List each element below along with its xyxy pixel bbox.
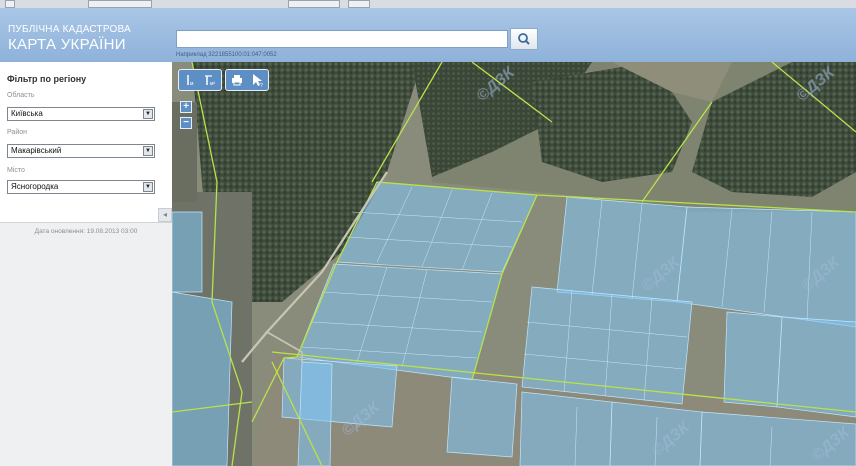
- logo-line-1[interactable]: ПУБЛІЧНА КАДАСТРОВА: [8, 24, 131, 35]
- toolbar-stub-button-2[interactable]: [348, 0, 370, 8]
- measure-length-icon[interactable]: м: [182, 72, 198, 88]
- map-view[interactable]: ©ДЗК ©ДЗК ©ДЗК ©ДЗК ©ДЗК ©ДЗК ©ДЗК м м² …: [172, 62, 856, 466]
- print-icon[interactable]: [229, 72, 245, 88]
- map-imagery: ©ДЗК ©ДЗК ©ДЗК ©ДЗК ©ДЗК ©ДЗК ©ДЗК: [172, 62, 856, 466]
- misto-select[interactable]: Ясногородка ▼: [7, 180, 155, 194]
- region-filter-panel: Фільтр по регіону Область Київська ▼ Рай…: [0, 62, 172, 223]
- dropdown-arrow-icon[interactable]: ▼: [143, 146, 153, 156]
- misto-label: Місто: [7, 167, 25, 174]
- collapse-sidebar-button[interactable]: ◂: [158, 208, 172, 222]
- logo-line-2[interactable]: КАРТА УКРАЇНИ: [8, 36, 126, 53]
- app-header: ПУБЛІЧНА КАДАСТРОВА КАРТА УКРАЇНИ Наприк…: [0, 8, 856, 62]
- raion-select[interactable]: Макарівський ▼: [7, 144, 155, 158]
- oblast-select[interactable]: Київська ▼: [7, 107, 155, 121]
- search-button[interactable]: [510, 28, 538, 50]
- filter-title: Фільтр по регіону: [7, 74, 87, 84]
- measure-tool-group: м м²: [178, 69, 222, 91]
- svg-text:м²: м²: [210, 81, 215, 87]
- sidebar: Фільтр по регіону Область Київська ▼ Рай…: [0, 62, 172, 466]
- dropdown-arrow-icon[interactable]: ▼: [143, 109, 153, 119]
- svg-text:?: ?: [260, 83, 263, 88]
- toolbar-stub-field[interactable]: [88, 0, 152, 8]
- search-hint: Наприклад 3221855100:01:047:0052: [176, 52, 277, 58]
- misto-select-value: Ясногородка: [11, 182, 59, 191]
- search-input[interactable]: [176, 30, 508, 48]
- print-info-tool-group: ?: [225, 69, 269, 91]
- oblast-label: Область: [7, 92, 35, 99]
- raion-select-value: Макарівський: [11, 146, 62, 155]
- measure-area-icon[interactable]: м²: [202, 72, 218, 88]
- search-icon: [518, 33, 530, 45]
- dropdown-arrow-icon[interactable]: ▼: [143, 182, 153, 192]
- toolbar-stub-button[interactable]: [288, 0, 340, 8]
- zoom-out-button[interactable]: −: [180, 117, 192, 129]
- svg-text:м: м: [190, 81, 194, 87]
- zoom-in-button[interactable]: +: [180, 101, 192, 113]
- toolbar-stub-icon[interactable]: [5, 0, 15, 8]
- identify-cursor-icon[interactable]: ?: [249, 72, 265, 88]
- update-date: Дата оновлення: 19.08.2013 03:00: [34, 228, 138, 235]
- raion-label: Район: [7, 129, 27, 136]
- oblast-select-value: Київська: [11, 109, 43, 118]
